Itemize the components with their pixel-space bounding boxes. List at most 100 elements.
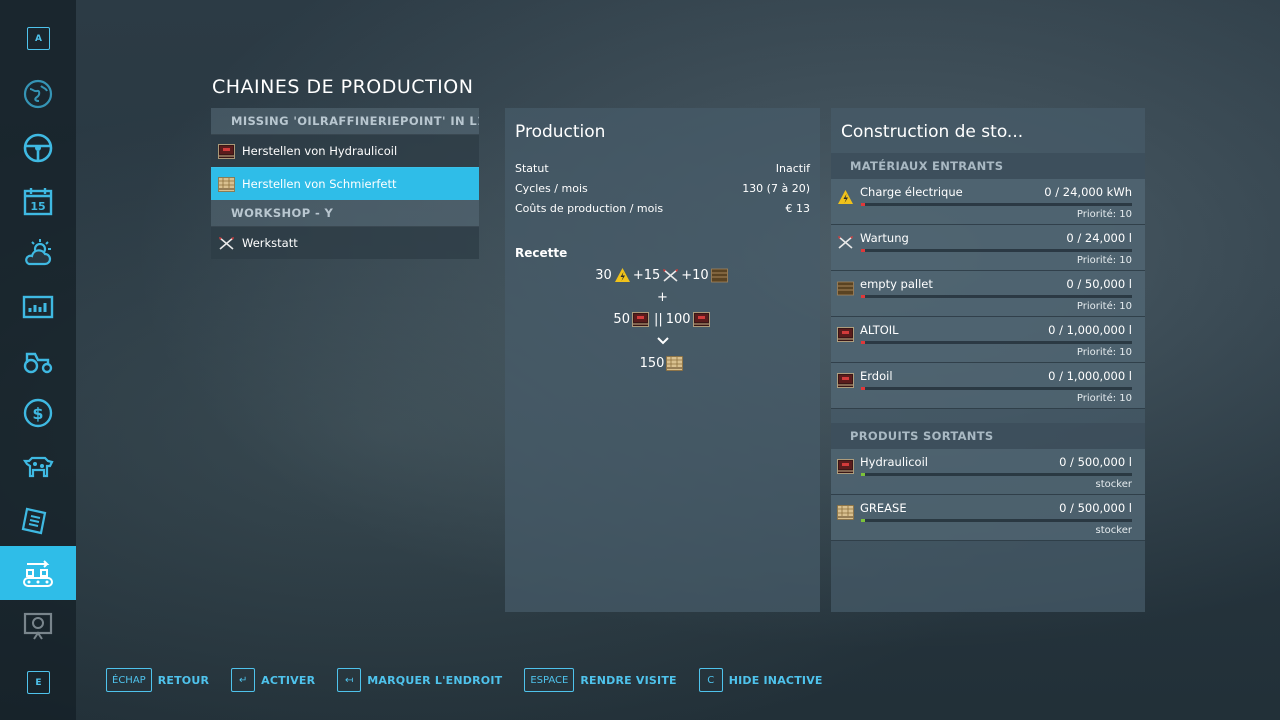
- stat-value: € 13: [785, 201, 811, 215]
- outputs-header: PRODUITS SORTANTS: [831, 423, 1145, 449]
- weather-icon: [25, 239, 52, 266]
- map-icon: [23, 79, 53, 109]
- footer-button-label: RENDRE VISITE: [580, 673, 677, 687]
- sidebar-item-statistics[interactable]: [0, 282, 76, 332]
- recipe-amount: 50: [613, 311, 630, 327]
- footer-button-retour[interactable]: ÉCHAP RETOUR: [106, 668, 209, 692]
- storage-item-priority[interactable]: Priorité: 10: [1077, 209, 1132, 220]
- sidebar-item-vehicles[interactable]: [0, 123, 76, 173]
- sidebar-item-finances[interactable]: $: [0, 388, 76, 438]
- recipe-inputs-line: 30 +15 +10: [505, 264, 820, 286]
- storage-item-priority[interactable]: Priorité: 10: [1077, 301, 1132, 312]
- production-list: MISSING 'OILRAFFINERIEPOINT' IN L10... H…: [211, 108, 479, 259]
- storage-item-name: Charge électrique: [860, 185, 963, 199]
- contracts-icon: [21, 507, 47, 535]
- sidebar-item-contracts[interactable]: [0, 495, 76, 545]
- footer-button-activer[interactable]: ↵ ACTIVER: [231, 668, 315, 692]
- stat-value: Inactif: [775, 161, 810, 175]
- sidebar-item-tractor[interactable]: [0, 335, 76, 385]
- empty-pallet-icon: [710, 268, 728, 282]
- production-item-werkstatt[interactable]: Werkstatt: [211, 226, 479, 259]
- outputs-list: Hydraulicoil 0 / 500,000 l stocker GREAS…: [831, 449, 1145, 541]
- calendar-icon: 15: [23, 188, 53, 216]
- steering-wheel-icon: [23, 133, 53, 163]
- sidebar-item-production[interactable]: [0, 546, 76, 600]
- warning-electric-icon: [614, 268, 630, 282]
- stat-row-cycles: Cycles / mois 130 (7 à 20): [505, 178, 820, 198]
- recipe-arrow: [505, 330, 820, 352]
- stat-row-costs: Coûts de production / mois € 13: [505, 198, 820, 218]
- tools-icon: [663, 268, 679, 282]
- statistics-icon: [22, 295, 54, 319]
- storage-fill-level: [861, 203, 865, 206]
- sidebar: A 15 $ E: [0, 0, 76, 720]
- storage-item-amount: 0 / 24,000 l: [1066, 231, 1132, 245]
- recipe-amount: 30: [595, 267, 612, 283]
- recipe-output-line: 150: [505, 352, 820, 374]
- pallet-grease-icon: [666, 355, 684, 371]
- storage-fill-bar: [861, 387, 1132, 390]
- storage-item-priority[interactable]: Priorité: 10: [1077, 347, 1132, 358]
- storage-item-amount: 0 / 500,000 l: [1059, 455, 1132, 469]
- storage-fill-bar: [861, 295, 1132, 298]
- recipe-amount: 100: [665, 311, 691, 327]
- storage-row: Erdoil 0 / 1,000,000 l Priorité: 10: [831, 363, 1145, 409]
- storage-fill-bar: [861, 249, 1132, 252]
- storage-fill-level: [861, 387, 865, 390]
- storage-item-name: GREASE: [860, 501, 907, 515]
- storage-fill-bar: [861, 203, 1132, 206]
- production-item-label: Herstellen von Hydraulicoil: [242, 144, 398, 158]
- production-item-label: Werkstatt: [242, 236, 298, 250]
- storage-item-priority[interactable]: stocker: [1096, 525, 1132, 536]
- key-hint: ↤: [337, 668, 362, 692]
- recipe-amount: +10: [681, 267, 709, 283]
- storage-item-name: Hydraulicoil: [860, 455, 928, 469]
- storage-fill-bar: [861, 341, 1132, 344]
- pallet-red-icon: [632, 311, 649, 327]
- production-item-schmierfett[interactable]: Herstellen von Schmierfett: [211, 167, 479, 200]
- tools-icon: [219, 236, 234, 250]
- group-header: MISSING 'OILRAFFINERIEPOINT' IN L10...: [211, 108, 479, 134]
- storage-item-amount: 0 / 50,000 l: [1066, 277, 1132, 291]
- recipe-separator: ||: [653, 311, 663, 327]
- sidebar-item-weather[interactable]: [0, 228, 76, 278]
- storage-fill-level: [861, 473, 865, 476]
- storage-fill-level: [861, 519, 865, 522]
- sidebar-next-key[interactable]: E: [27, 671, 50, 694]
- sidebar-item-animals[interactable]: [0, 441, 76, 491]
- footer-button-label: HIDE INACTIVE: [728, 673, 823, 687]
- footer-button-marquer-l-endroit[interactable]: ↤ MARQUER L'ENDROIT: [337, 668, 502, 692]
- pallet-grease-icon: [218, 176, 235, 192]
- warning-electric-icon: [837, 189, 854, 204]
- storage-fill-level: [861, 295, 865, 298]
- storage-item-priority[interactable]: Priorité: 10: [1077, 393, 1132, 404]
- storage-row: ALTOIL 0 / 1,000,000 l Priorité: 10: [831, 317, 1145, 363]
- sidebar-item-help[interactable]: [0, 601, 76, 651]
- production-item-hydraulicoil[interactable]: Herstellen von Hydraulicoil: [211, 134, 479, 167]
- storage-row: Wartung 0 / 24,000 l Priorité: 10: [831, 225, 1145, 271]
- help-board-icon: [23, 612, 53, 640]
- storage-item-priority[interactable]: stocker: [1096, 479, 1132, 490]
- storage-item-name: ALTOIL: [860, 323, 899, 337]
- footer-button-rendre-visite[interactable]: ESPACE RENDRE VISITE: [524, 668, 677, 692]
- group-header: WORKSHOP - Y: [211, 200, 479, 226]
- storage-row: GREASE 0 / 500,000 l stocker: [831, 495, 1145, 541]
- footer-button-hide-inactive[interactable]: C HIDE INACTIVE: [698, 668, 823, 692]
- storage-row: empty pallet 0 / 50,000 l Priorité: 10: [831, 271, 1145, 317]
- pallet-red-icon: [837, 373, 854, 388]
- key-hint: ESPACE: [524, 668, 575, 692]
- pallet-red-icon: [218, 143, 235, 159]
- storage-item-name: empty pallet: [860, 277, 933, 291]
- storage-item-priority[interactable]: Priorité: 10: [1077, 255, 1132, 266]
- animals-icon: [22, 456, 54, 478]
- storage-item-name: Erdoil: [860, 369, 893, 383]
- footer-button-label: RETOUR: [157, 673, 210, 687]
- sidebar-item-calendar[interactable]: 15: [0, 176, 76, 226]
- sidebar-prev-key[interactable]: A: [27, 27, 50, 50]
- storage-row: Hydraulicoil 0 / 500,000 l stocker: [831, 449, 1145, 495]
- pallet-red-icon: [837, 327, 854, 342]
- inputs-list: Charge électrique 0 / 24,000 kWh Priorit…: [831, 179, 1145, 409]
- key-hint: ↵: [231, 668, 256, 692]
- storage-panel: Construction de sto... MATÉRIAUX ENTRANT…: [831, 108, 1145, 612]
- sidebar-item-map[interactable]: [0, 69, 76, 119]
